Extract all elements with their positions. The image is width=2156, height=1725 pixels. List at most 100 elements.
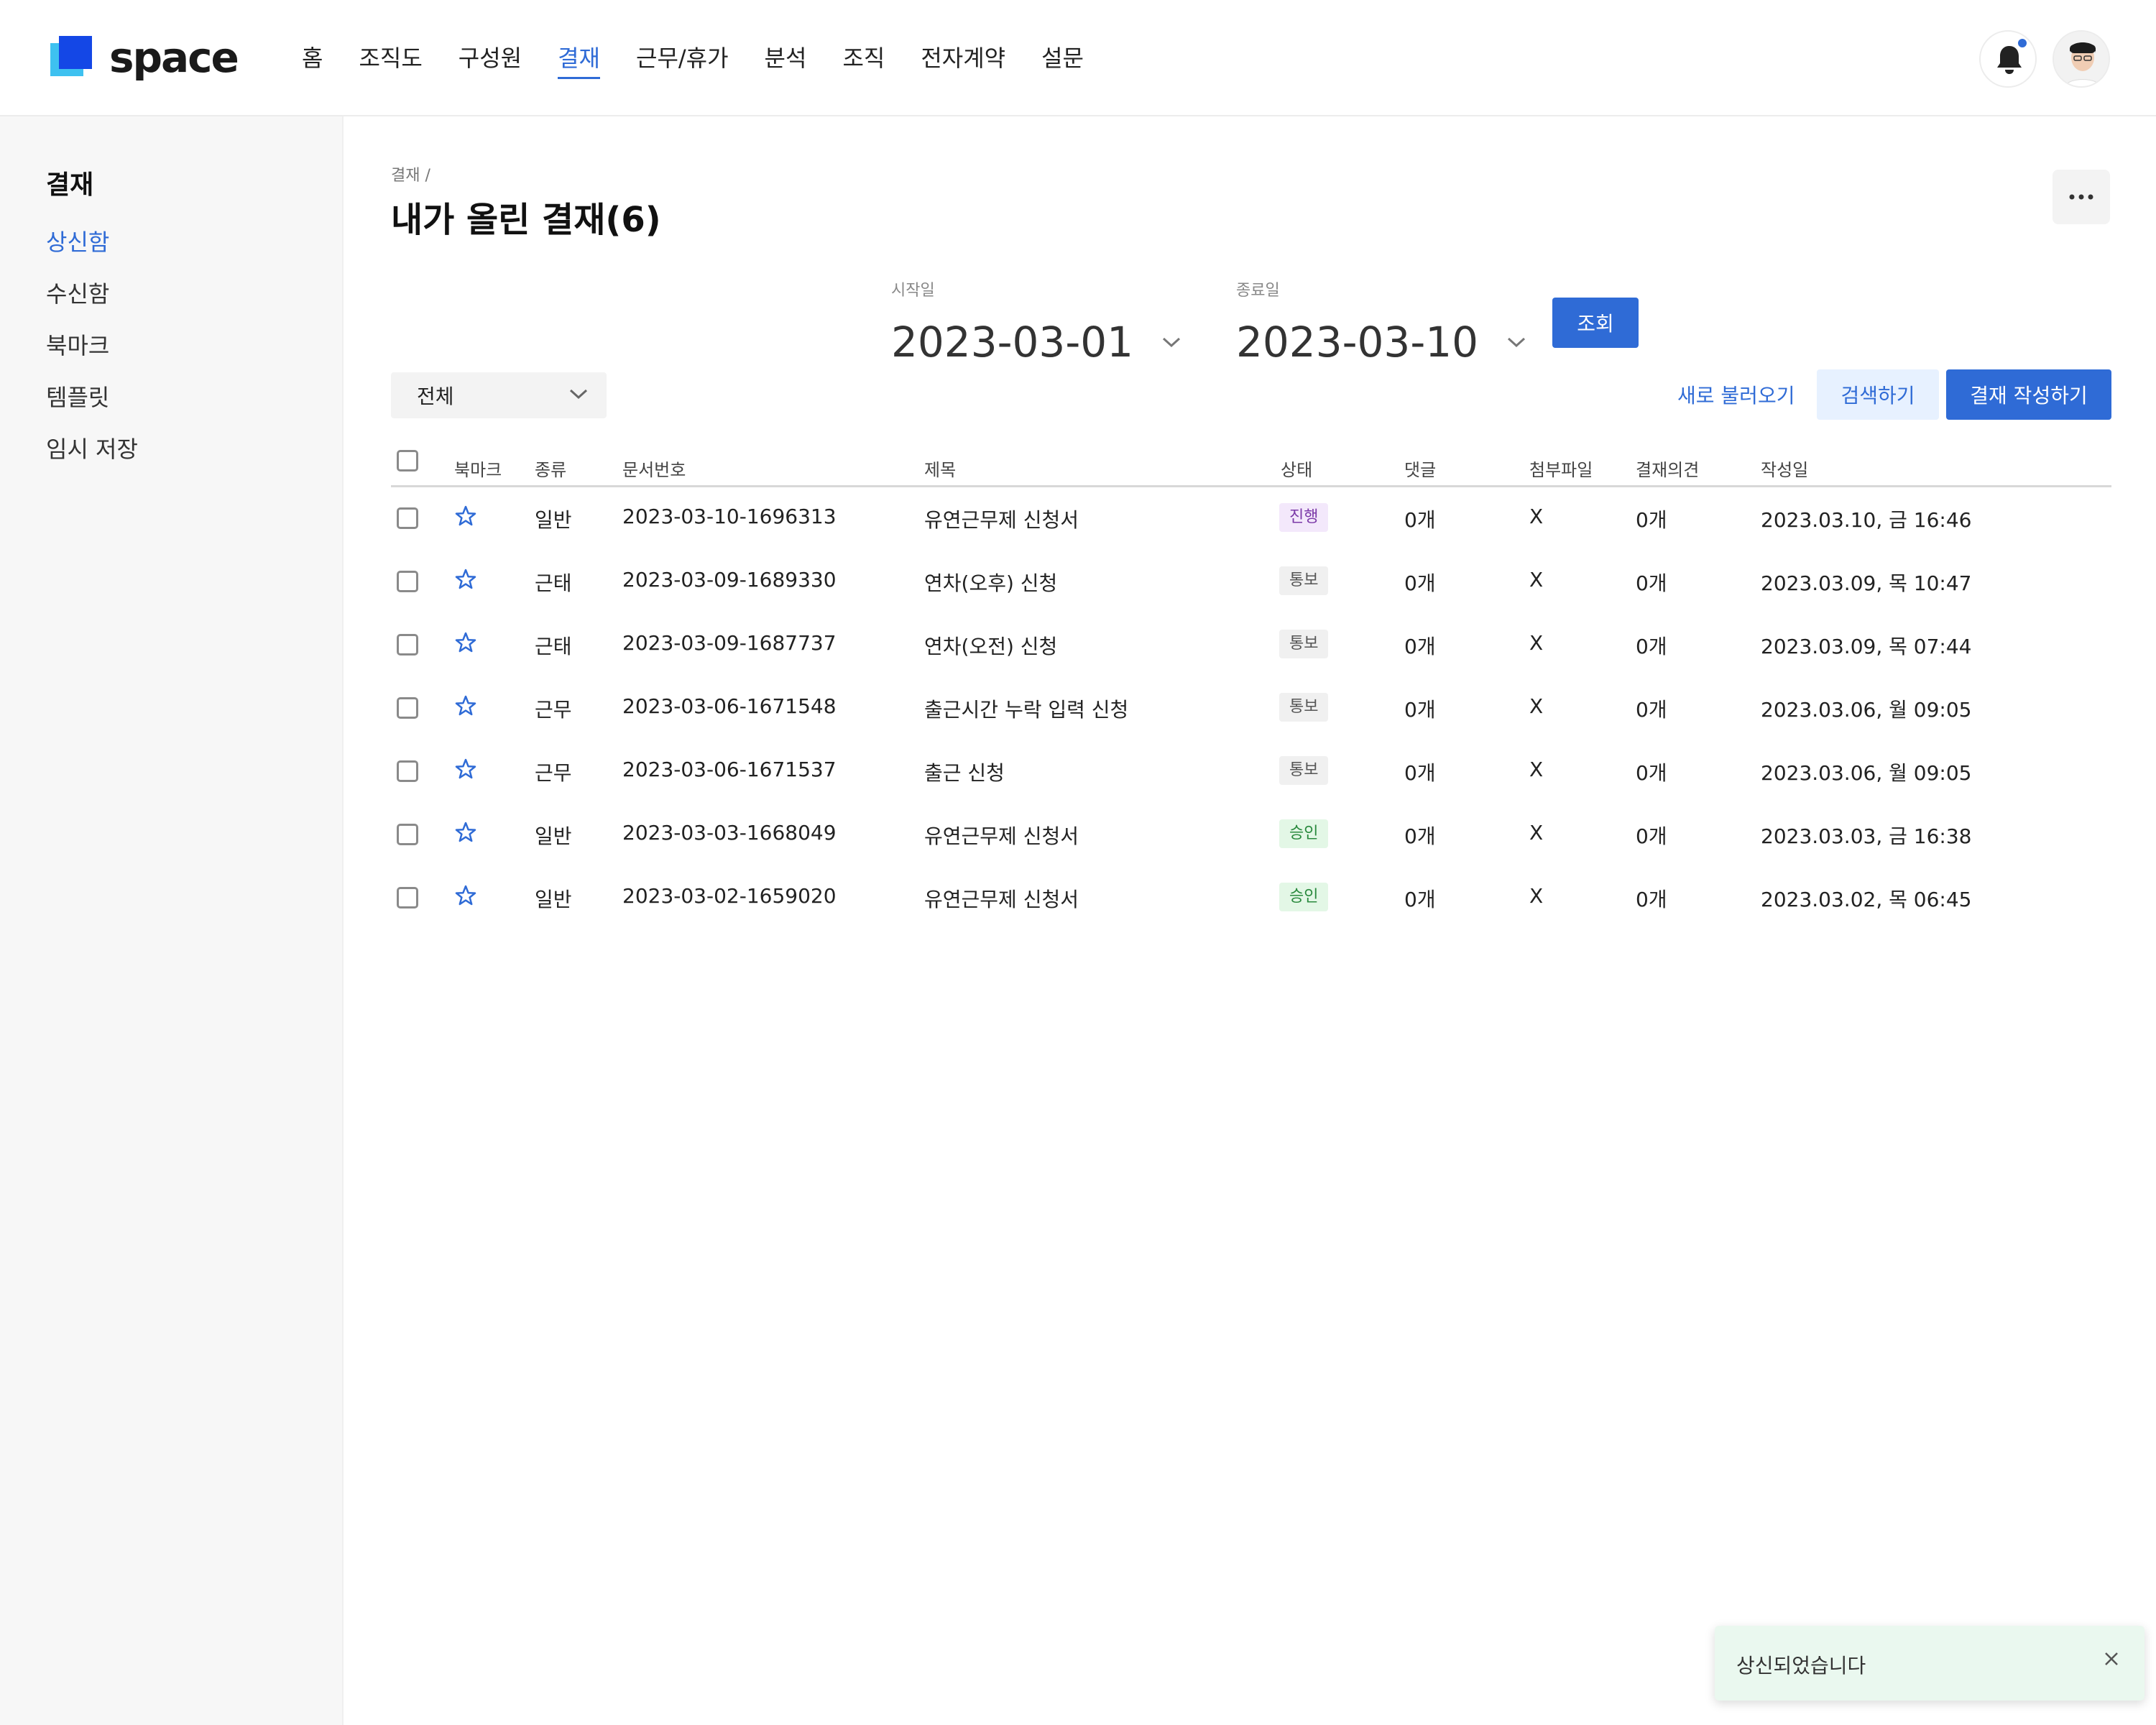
sidebar-item-template[interactable]: 템플릿 [46,380,109,413]
table-row[interactable]: 일반 2023-03-03-1668049 유연근무제 신청서 승인 0개 X … [391,804,2111,867]
nav-item-home[interactable]: 홈 [302,40,323,76]
page-title: 내가 올린 결재(6) [391,200,661,240]
cell-doc-no: 2023-03-10-1696313 [622,505,837,528]
nav-item-members[interactable]: 구성원 [459,40,522,76]
cell-attachment: X [1529,568,1544,592]
cell-attachment: X [1529,821,1544,845]
status-badge: 진행 [1279,503,1329,532]
notification-button[interactable] [1979,30,2037,88]
star-icon[interactable] [454,631,477,654]
table-row[interactable]: 근무 2023-03-06-1671548 출근시간 누락 입력 신청 통보 0… [391,677,2111,740]
row-checkbox[interactable] [397,697,418,719]
write-approval-button[interactable]: 결재 작성하기 [1946,369,2111,420]
status-badge: 승인 [1279,819,1329,848]
more-options-button[interactable] [2053,170,2110,224]
main-nav: 홈 조직도 구성원 결재 근무/휴가 분석 조직 전자계약 설문 [302,40,1120,79]
top-header: space 홈 조직도 구성원 결재 근무/휴가 분석 조직 전자계약 설문 [0,0,2156,116]
star-icon[interactable] [454,884,477,907]
table-row[interactable]: 근태 2023-03-09-1687737 연차(오전) 신청 통보 0개 X … [391,614,2111,677]
row-checkbox[interactable] [397,507,418,529]
end-date-value[interactable]: 2023-03-10 [1236,318,1478,367]
select-all-checkbox[interactable] [397,450,418,472]
table-row[interactable]: 근태 2023-03-09-1689330 연차(오후) 신청 통보 0개 X … [391,551,2111,614]
search-button[interactable]: 검색하기 [1817,369,1939,420]
cell-kind: 일반 [535,824,572,848]
nav-item-work-leave[interactable]: 근무/휴가 [636,40,729,76]
start-date-label: 시작일 [891,282,935,300]
column-header-created[interactable]: 작성일 [1761,456,1808,481]
cell-subject[interactable]: 유연근무제 신청서 [924,884,1079,913]
table-header: 북마크 종류 문서번호 제목 상태 댓글 첨부파일 결재의견 작성일 [391,446,2111,487]
column-header-doc-no[interactable]: 문서번호 [622,456,686,481]
cell-created: 2023.03.09, 목 10:47 [1761,571,1972,595]
sidebar-item-sent[interactable]: 상신함 [46,224,109,257]
end-date-label: 종료일 [1236,282,1280,300]
user-avatar-icon [2054,32,2109,86]
query-button[interactable]: 조회 [1552,298,1639,348]
cell-kind: 일반 [535,508,572,532]
cell-kind: 일반 [535,888,572,911]
nav-item-approval[interactable]: 결재 [558,40,600,79]
cell-subject[interactable]: 출근시간 누락 입력 신청 [924,694,1128,723]
cell-created: 2023.03.06, 월 09:05 [1761,761,1972,785]
cell-subject[interactable]: 유연근무제 신청서 [924,505,1079,533]
column-header-attachment[interactable]: 첨부파일 [1529,456,1593,481]
table-row[interactable]: 일반 2023-03-10-1696313 유연근무제 신청서 진행 0개 X … [391,487,2111,551]
cell-opinion: 0개 [1636,571,1667,595]
nav-item-analytics[interactable]: 분석 [765,40,807,76]
type-filter-select[interactable]: 전체 [391,372,607,418]
cell-subject[interactable]: 연차(오후) 신청 [924,568,1057,597]
cell-subject[interactable]: 연차(오전) 신청 [924,631,1057,660]
chevron-down-icon[interactable] [1507,336,1526,348]
column-header-bookmark[interactable]: 북마크 [454,456,502,481]
cell-subject[interactable]: 출근 신청 [924,758,1005,786]
app-logo[interactable]: space [50,36,239,79]
column-header-comments[interactable]: 댓글 [1404,456,1436,481]
start-date-value[interactable]: 2023-03-01 [891,318,1133,367]
row-checkbox[interactable] [397,760,418,782]
chevron-down-icon[interactable] [1162,336,1181,348]
avatar[interactable] [2053,30,2110,88]
column-header-subject[interactable]: 제목 [924,456,956,481]
star-icon[interactable] [454,758,477,781]
status-badge: 승인 [1279,883,1329,911]
star-icon[interactable] [454,821,477,844]
sidebar-title: 결재 [46,170,94,200]
cell-doc-no: 2023-03-09-1689330 [622,568,837,592]
chevron-down-icon [569,389,588,400]
column-header-opinion[interactable]: 결재의견 [1636,456,1699,481]
row-checkbox[interactable] [397,887,418,908]
table-row[interactable]: 근무 2023-03-06-1671537 출근 신청 통보 0개 X 0개 2… [391,740,2111,804]
cell-doc-no: 2023-03-06-1671537 [622,758,837,781]
row-checkbox[interactable] [397,571,418,592]
cell-comments: 0개 [1404,508,1436,532]
star-icon[interactable] [454,505,477,528]
cell-subject[interactable]: 유연근무제 신청서 [924,821,1079,850]
breadcrumb[interactable]: 결재 / [391,162,430,185]
type-filter-value: 전체 [417,385,454,408]
cell-kind: 근태 [535,571,572,595]
cell-kind: 근무 [535,698,572,722]
nav-item-org-chart[interactable]: 조직도 [359,40,422,76]
sidebar-item-draft[interactable]: 임시 저장 [46,431,138,464]
nav-item-e-contract[interactable]: 전자계약 [921,40,1005,76]
refresh-button[interactable]: 새로 불러오기 [1664,369,1807,420]
star-icon[interactable] [454,694,477,717]
row-checkbox[interactable] [397,634,418,656]
close-icon[interactable] [2103,1650,2120,1668]
column-header-status[interactable]: 상태 [1281,456,1312,481]
sidebar-item-received[interactable]: 수신함 [46,276,109,309]
cell-comments: 0개 [1404,698,1436,722]
end-date-picker[interactable]: 종료일 2023-03-10 [1236,277,1526,367]
star-icon[interactable] [454,568,477,591]
column-header-kind[interactable]: 종류 [535,456,566,481]
table-row[interactable]: 일반 2023-03-02-1659020 유연근무제 신청서 승인 0개 X … [391,867,2111,930]
cell-comments: 0개 [1404,761,1436,785]
row-checkbox[interactable] [397,824,418,845]
nav-item-survey[interactable]: 설문 [1041,40,1084,76]
nav-item-organization[interactable]: 조직 [842,40,885,76]
start-date-picker[interactable]: 시작일 2023-03-01 [891,277,1181,367]
sidebar-item-bookmark[interactable]: 북마크 [46,328,109,361]
cell-comments: 0개 [1404,888,1436,911]
notification-dot [2017,37,2028,49]
